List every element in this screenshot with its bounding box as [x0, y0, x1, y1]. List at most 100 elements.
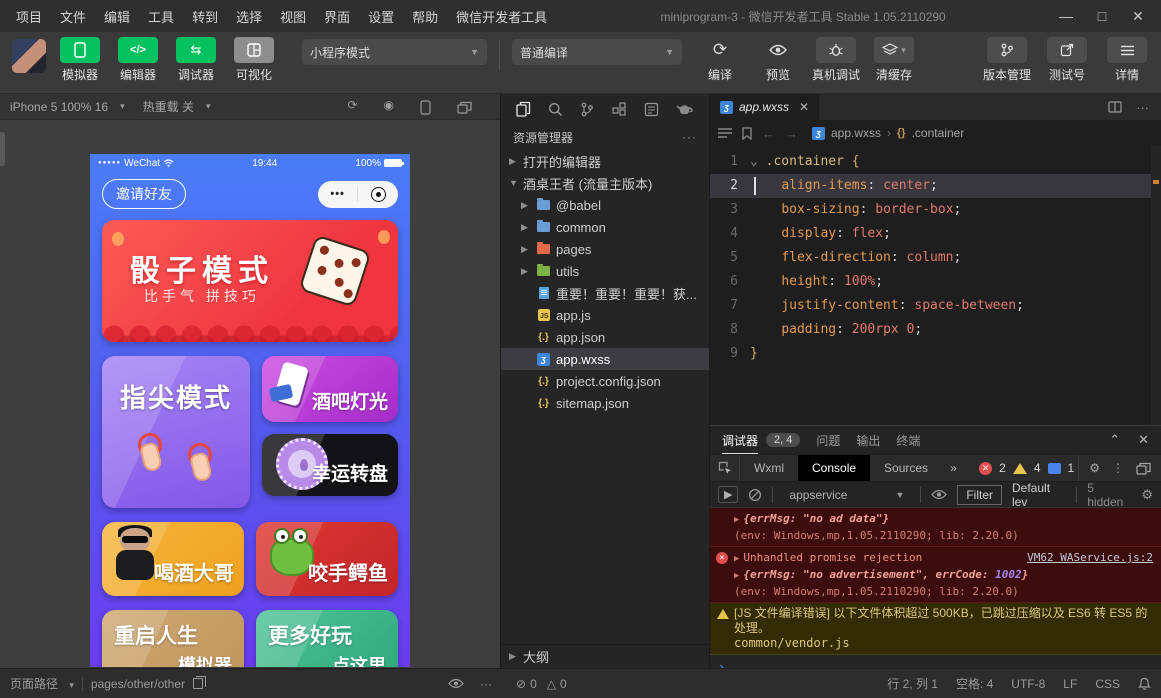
tab-wxml[interactable]: Wxml	[740, 455, 798, 481]
tree-item[interactable]: {.}project.config.json	[501, 370, 709, 392]
kebab-menu-icon[interactable]: ⋮	[1112, 461, 1124, 475]
capsule-menu[interactable]: •••	[318, 181, 398, 208]
page-path-selector[interactable]: 页面路径 ▾	[10, 675, 74, 692]
project-root-row[interactable]: ▼酒桌王者 (流量主版本)	[501, 172, 709, 194]
invite-friends-button[interactable]: 邀请好友	[102, 179, 186, 209]
rotate-icon[interactable]: ⟳	[347, 98, 357, 115]
outline-list-icon[interactable]	[718, 128, 732, 139]
tab-terminal[interactable]: 终端	[896, 432, 920, 449]
card-lucky-wheel[interactable]: 幸运转盘	[262, 434, 398, 496]
files-icon[interactable]	[516, 101, 531, 117]
visibility-eye-icon[interactable]	[448, 678, 464, 689]
close-panel-icon[interactable]: ✕	[1138, 432, 1149, 448]
card-finger-mode[interactable]: 指尖模式	[102, 356, 250, 508]
tab-problems[interactable]: 问题	[816, 432, 840, 449]
compile-mode-dropdown[interactable]: 普通编译 ▼	[512, 39, 682, 65]
device-selector[interactable]: iPhone 5 100% 16▾	[10, 100, 125, 114]
menu-item[interactable]: 工具	[140, 4, 182, 29]
forward-icon[interactable]: →	[785, 126, 798, 141]
menu-item[interactable]: 微信开发者工具	[448, 4, 555, 29]
back-icon[interactable]: ←	[762, 126, 775, 141]
close-button[interactable]: ✕	[1123, 8, 1153, 25]
breadcrumb-file[interactable]: app.wxss	[831, 126, 881, 140]
code-line[interactable]: height: 100%;	[750, 270, 1161, 294]
extensions-icon[interactable]	[612, 102, 627, 117]
warning-count-icon[interactable]	[1013, 463, 1027, 474]
code-line[interactable]: justify-content: space-between;	[750, 294, 1161, 318]
npm-panel-icon[interactable]	[644, 102, 659, 117]
console-prompt[interactable]: ›	[710, 655, 1161, 668]
search-icon[interactable]	[548, 102, 563, 117]
more-tabs-icon[interactable]: »	[942, 461, 965, 475]
hot-reload-toggle[interactable]: 热重载 关▾	[143, 98, 211, 115]
statusbar-more-icon[interactable]: ···	[480, 677, 492, 691]
close-tab-icon[interactable]: ✕	[799, 100, 809, 114]
dice-mode-banner[interactable]: 骰子模式 比手气 拼技巧	[102, 220, 398, 342]
menu-item[interactable]: 编辑	[96, 4, 138, 29]
tree-item[interactable]: ▶common	[501, 216, 709, 238]
card-crocodile[interactable]: 咬手鳄鱼	[256, 522, 398, 596]
page-path-value[interactable]: pages/other/other	[91, 677, 185, 691]
console-settings-gear-icon[interactable]: ⚙	[1141, 487, 1153, 503]
language-mode[interactable]: CSS	[1095, 677, 1120, 691]
tree-item[interactable]: {.}app.json	[501, 326, 709, 348]
simulator-button[interactable]: 模拟器	[56, 37, 104, 83]
code-line[interactable]: flex-direction: column;	[750, 246, 1161, 270]
menu-item[interactable]: 设置	[360, 4, 402, 29]
device-frame-icon[interactable]	[420, 98, 431, 115]
live-expression-eye-icon[interactable]	[931, 489, 947, 500]
code-editor[interactable]: 123456789 ⌄ .container { align-items: ce…	[710, 146, 1161, 425]
settings-gear-icon[interactable]: ⚙	[1089, 461, 1100, 475]
menu-item[interactable]: 视图	[272, 4, 314, 29]
menu-item[interactable]: 项目	[8, 4, 50, 29]
tree-item[interactable]: JSapp.js	[501, 304, 709, 326]
menu-item[interactable]: 转到	[184, 4, 226, 29]
code-line[interactable]: align-items: center;	[750, 174, 1161, 198]
code-line[interactable]: ⌄ .container {	[750, 150, 1161, 174]
cursor-position[interactable]: 行 2, 列 1	[887, 675, 938, 692]
collapse-panel-icon[interactable]: ⌃	[1109, 432, 1120, 448]
tree-item[interactable]: ▶pages	[501, 238, 709, 260]
split-editor-icon[interactable]	[1108, 101, 1122, 113]
panel-handle[interactable]	[0, 132, 5, 166]
tree-item[interactable]: ▶utils	[501, 260, 709, 282]
undock-icon[interactable]	[1136, 462, 1151, 475]
teapot-icon[interactable]	[676, 102, 694, 116]
element-picker-icon[interactable]	[710, 455, 740, 481]
clear-cache-button[interactable]: ▾ 清缓存	[870, 37, 918, 83]
console-message[interactable]: ✕ ▶Unhandled promise rejection VM62 WASe…	[710, 547, 1161, 603]
test-account-button[interactable]: 测试号	[1043, 37, 1091, 83]
code-line[interactable]: box-sizing: border-box;	[750, 198, 1161, 222]
clear-console-icon[interactable]	[748, 488, 762, 502]
detach-window-icon[interactable]	[457, 98, 472, 115]
details-button[interactable]: 详情	[1103, 37, 1151, 83]
card-more-fun[interactable]: 更多好玩 点这里	[256, 610, 398, 667]
avatar[interactable]	[12, 39, 46, 73]
encoding[interactable]: UTF-8	[1011, 677, 1045, 691]
record-icon[interactable]: ◉	[384, 98, 394, 115]
tree-item[interactable]: ʒapp.wxss	[501, 348, 709, 370]
tree-item[interactable]: ▶@babel	[501, 194, 709, 216]
maximize-button[interactable]: □	[1087, 8, 1117, 24]
editor-scrollbar[interactable]	[1151, 146, 1161, 425]
code-line[interactable]: padding: 200rpx 0;	[750, 318, 1161, 342]
visualizer-button[interactable]: 可视化	[230, 37, 278, 83]
menu-item[interactable]: 帮助	[404, 4, 446, 29]
mode-dropdown[interactable]: 小程序模式 ▼	[302, 39, 487, 65]
source-link[interactable]: VM62 WAService.js:2	[1027, 550, 1153, 565]
card-restart-life[interactable]: 重启人生 模拟器	[102, 610, 244, 667]
console-message[interactable]: ▶{errMsg: "no ad data"} (env: Windows,mp…	[710, 508, 1161, 547]
indentation[interactable]: 空格: 4	[956, 675, 993, 692]
debugger-button[interactable]: ⇆ 调试器	[172, 37, 220, 83]
console-message[interactable]: [JS 文件编译错误] 以下文件体积超过 500KB，已跳过压缩以及 ES6 转…	[710, 603, 1161, 655]
compile-button[interactable]: ⟳ 编译	[696, 37, 744, 83]
card-drinking-bro[interactable]: 喝酒大哥	[102, 522, 244, 596]
tree-item[interactable]: 重要！重要！重要！获...	[501, 282, 709, 304]
menu-item[interactable]: 界面	[316, 4, 358, 29]
tab-debugger[interactable]: 调试器	[722, 432, 758, 455]
menu-item[interactable]: 文件	[52, 4, 94, 29]
code-line[interactable]: }	[750, 342, 1161, 366]
context-selector[interactable]: appservice▼	[783, 487, 910, 503]
bookmark-icon[interactable]	[742, 127, 752, 140]
more-dots-icon[interactable]: •••	[330, 188, 345, 200]
